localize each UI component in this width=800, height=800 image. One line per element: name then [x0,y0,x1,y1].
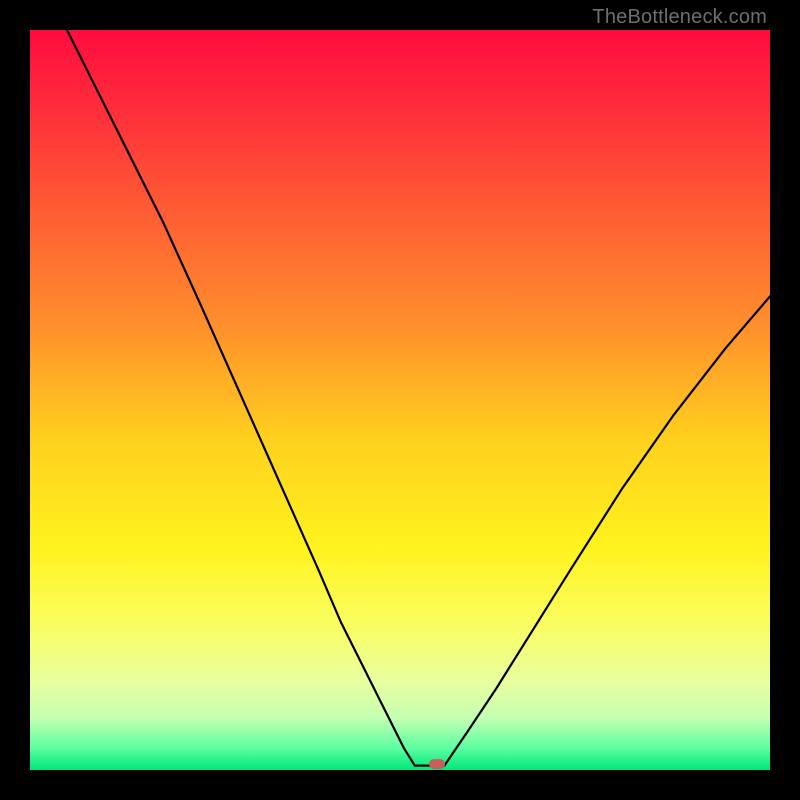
watermark-text: TheBottleneck.com [592,6,767,29]
curve-svg [30,30,770,770]
chart-frame: TheBottleneck.com [0,0,800,800]
plot-area [30,30,770,770]
minimum-marker [429,759,445,769]
curve-path [67,30,770,766]
